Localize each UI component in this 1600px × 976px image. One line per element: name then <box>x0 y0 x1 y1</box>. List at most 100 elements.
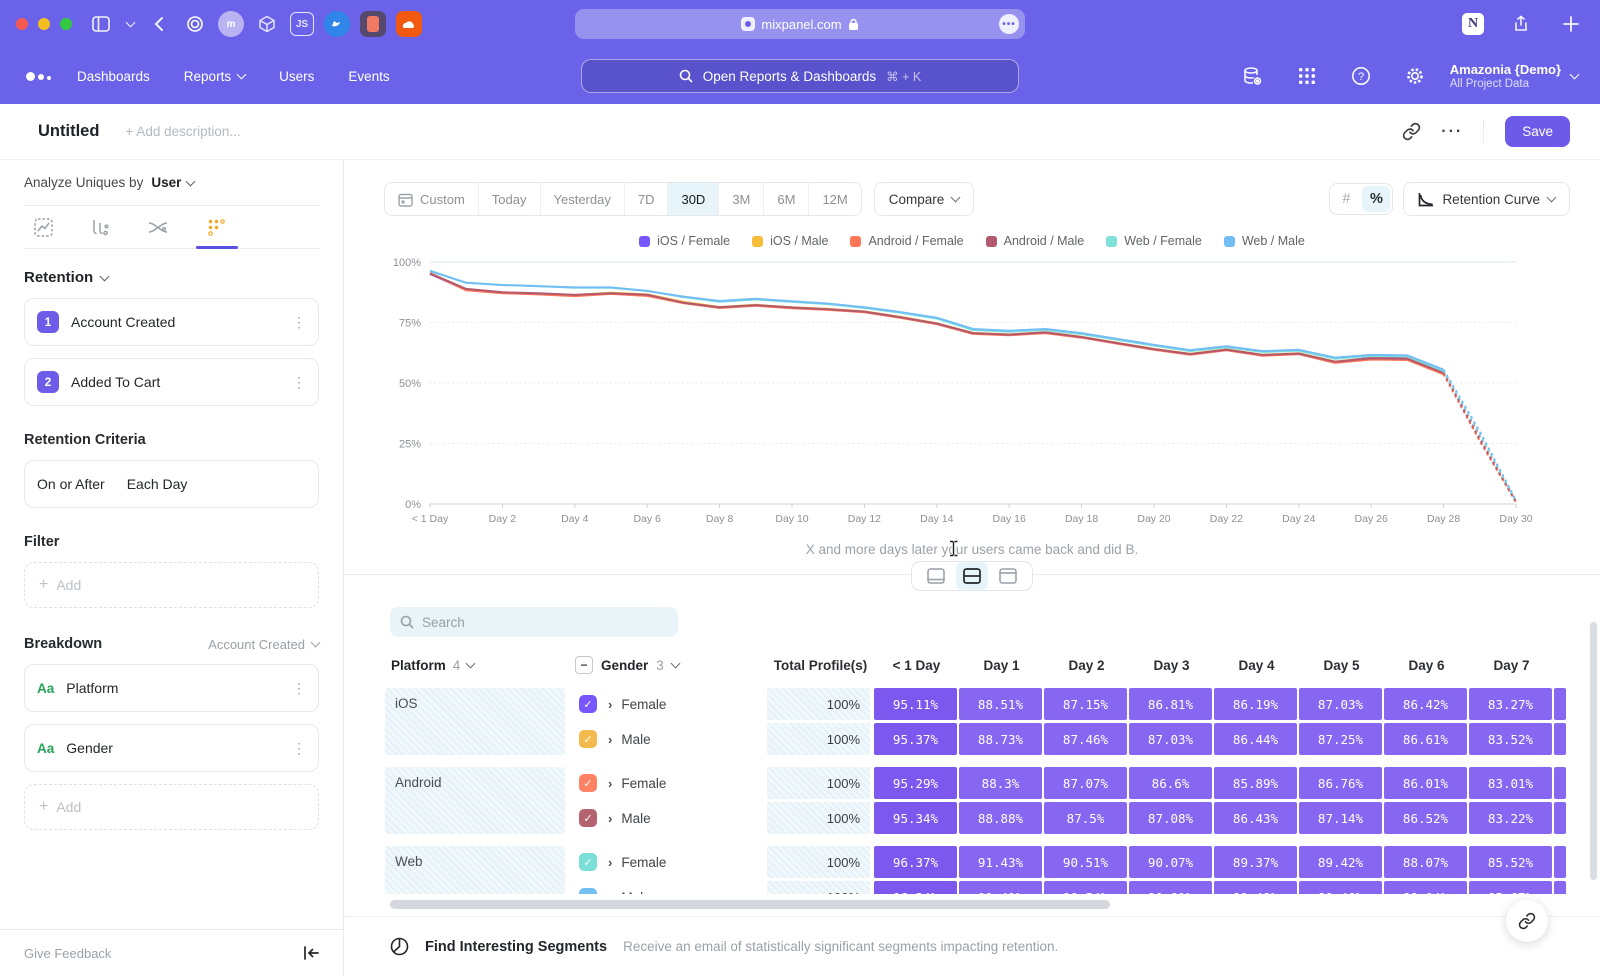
expand-chevron-icon[interactable]: › <box>608 890 612 895</box>
expand-chevron-icon[interactable]: › <box>608 697 612 712</box>
series-checkbox[interactable]: ✓ <box>579 774 597 792</box>
retention-value-cell[interactable]: 88.04% <box>1384 881 1467 894</box>
retention-value-cell[interactable]: 96.37% <box>874 846 957 878</box>
back-icon[interactable] <box>146 11 172 37</box>
nav-item-events[interactable]: Events <box>348 69 389 84</box>
analyze-value[interactable]: User <box>151 175 181 190</box>
retention-value-cell[interactable]: 88.3% <box>959 767 1042 799</box>
mixpanel-logo[interactable] <box>26 72 51 81</box>
help-icon[interactable]: ? <box>1348 63 1374 89</box>
kebab-menu-icon[interactable]: ⋮ <box>292 317 306 327</box>
retention-value-cell[interactable]: 87.14% <box>1299 802 1382 834</box>
more-options-button[interactable]: ··· <box>1441 123 1463 141</box>
collapse-sidebar-icon[interactable] <box>303 946 319 960</box>
retention-value-cell[interactable]: 91.41% <box>959 881 1042 894</box>
tab-flows[interactable] <box>142 206 174 248</box>
range-12m[interactable]: 12M <box>809 183 860 215</box>
retention-value-cell[interactable]: 83.52% <box>1469 723 1552 755</box>
retention-value-cell[interactable]: 89.37% <box>1214 846 1297 878</box>
report-title[interactable]: Untitled <box>38 122 99 141</box>
retention-value-cell[interactable]: 91.43% <box>959 846 1042 878</box>
retention-value-cell[interactable]: 86.6% <box>1129 767 1212 799</box>
retention-value-cell[interactable]: 83.27% <box>1469 688 1552 720</box>
chart-type-dropdown[interactable]: Retention Curve <box>1403 182 1570 216</box>
horizontal-scrollbar[interactable] <box>390 900 1110 909</box>
table-search-input[interactable]: Search <box>390 607 678 637</box>
expand-chevron-icon[interactable]: › <box>608 732 612 747</box>
share-link-floating-button[interactable] <box>1506 900 1548 942</box>
total-profiles-cell[interactable]: 100% <box>767 767 870 799</box>
extensions-menu-icon[interactable]: ••• <box>999 14 1019 34</box>
retention-value-cell[interactable]: 89.42% <box>1299 846 1382 878</box>
settings-gear-icon[interactable] <box>1402 63 1428 89</box>
compare-button[interactable]: Compare <box>874 182 975 216</box>
column-header[interactable]: Day 2 <box>1044 658 1129 673</box>
new-tab-icon[interactable] <box>1558 11 1584 37</box>
chart-only-view-toggle[interactable] <box>920 562 952 590</box>
retention-value-cell[interactable]: 87.5% <box>1044 802 1127 834</box>
column-header[interactable]: Day 3 <box>1129 658 1214 673</box>
retention-value-cell[interactable]: 87.08% <box>1129 802 1212 834</box>
range-custom[interactable]: Custom <box>385 183 479 215</box>
add-filter-button[interactable]: +Add <box>24 562 319 608</box>
breakdown-card-gender[interactable]: Aa Gender ⋮ <box>24 724 319 772</box>
legend-item[interactable]: Web / Female <box>1106 234 1202 248</box>
tab-funnels[interactable] <box>86 206 115 248</box>
retention-value-cell[interactable]: 88.51% <box>959 688 1042 720</box>
gender-column-header[interactable]: − Gender3 <box>575 656 767 674</box>
retention-value-cell[interactable]: 90.01% <box>1129 881 1212 894</box>
kebab-menu-icon[interactable]: ⋮ <box>292 743 306 753</box>
add-description[interactable]: + Add description... <box>125 124 240 139</box>
series-checkbox[interactable]: ✓ <box>579 730 597 748</box>
save-button[interactable]: Save <box>1505 116 1570 147</box>
apps-grid-icon[interactable] <box>1294 63 1320 89</box>
retention-value-cell[interactable]: 85.89% <box>1214 767 1297 799</box>
total-profiles-cell[interactable]: 100% <box>767 723 870 755</box>
column-header[interactable]: Day 6 <box>1384 658 1469 673</box>
address-bar[interactable]: mixpanel.com ••• <box>575 9 1025 39</box>
retention-value-cell[interactable]: 90.54% <box>1044 881 1127 894</box>
column-header[interactable]: Total Profile(s) <box>767 658 874 673</box>
select-all-checkbox[interactable]: − <box>575 656 593 674</box>
retention-value-cell[interactable]: 90.07% <box>1129 846 1212 878</box>
expand-chevron-icon[interactable]: › <box>608 776 612 791</box>
platform-column-header[interactable]: Platform4 <box>385 658 575 673</box>
retention-value-cell[interactable]: 88.73% <box>959 723 1042 755</box>
platform-cell[interactable]: Android <box>385 767 565 834</box>
series-checkbox[interactable]: ✓ <box>579 853 597 871</box>
kebab-menu-icon[interactable]: ⋮ <box>292 683 306 693</box>
breakdown-scope-dropdown[interactable]: Account Created <box>208 637 319 652</box>
step-card-account-created[interactable]: 1 Account Created ⋮ <box>24 298 319 346</box>
total-profiles-cell[interactable]: 100% <box>767 688 870 720</box>
legend-item[interactable]: Android / Female <box>850 234 963 248</box>
retention-value-cell[interactable]: 87.03% <box>1129 723 1212 755</box>
range-30d[interactable]: 30D <box>668 183 719 215</box>
retention-value-cell[interactable]: 86.76% <box>1299 767 1382 799</box>
tab-retention[interactable] <box>201 206 232 248</box>
vertical-scrollbar[interactable] <box>1590 622 1597 880</box>
column-header[interactable]: Day 1 <box>959 658 1044 673</box>
retention-value-cell[interactable]: 86.42% <box>1384 688 1467 720</box>
traffic-light-close[interactable] <box>16 18 28 30</box>
retention-value-cell[interactable]: 86.44% <box>1214 723 1297 755</box>
chevron-down-icon[interactable] <box>122 11 138 37</box>
retention-line-chart[interactable]: 100%75%50%25%0%< 1 DayDay 2Day 4Day 6Day… <box>384 252 1600 530</box>
retention-value-cell[interactable]: 95.11% <box>874 688 957 720</box>
extension-soundcloud-icon[interactable] <box>396 11 422 37</box>
retention-value-cell[interactable]: 86.43% <box>1214 802 1297 834</box>
retention-value-cell[interactable]: 85.52% <box>1469 846 1552 878</box>
range-6m[interactable]: 6M <box>764 183 809 215</box>
column-header[interactable]: Day 7 <box>1469 658 1554 673</box>
platform-cell[interactable]: Web <box>385 846 565 894</box>
step-card-added-to-cart[interactable]: 2 Added To Cart ⋮ <box>24 358 319 406</box>
retention-value-cell[interactable]: 87.07% <box>1044 767 1127 799</box>
add-breakdown-button[interactable]: +Add <box>24 784 319 830</box>
retention-value-cell[interactable]: 90.51% <box>1044 846 1127 878</box>
nav-item-reports[interactable]: Reports <box>184 69 245 84</box>
retention-value-cell[interactable]: 88.88% <box>959 802 1042 834</box>
total-profiles-cell[interactable]: 100% <box>767 802 870 834</box>
table-only-view-toggle[interactable] <box>992 562 1024 590</box>
criteria-interval[interactable]: Each Day <box>127 476 188 492</box>
total-profiles-cell[interactable]: 100% <box>767 881 870 894</box>
percent-toggle[interactable]: % <box>1362 186 1390 212</box>
